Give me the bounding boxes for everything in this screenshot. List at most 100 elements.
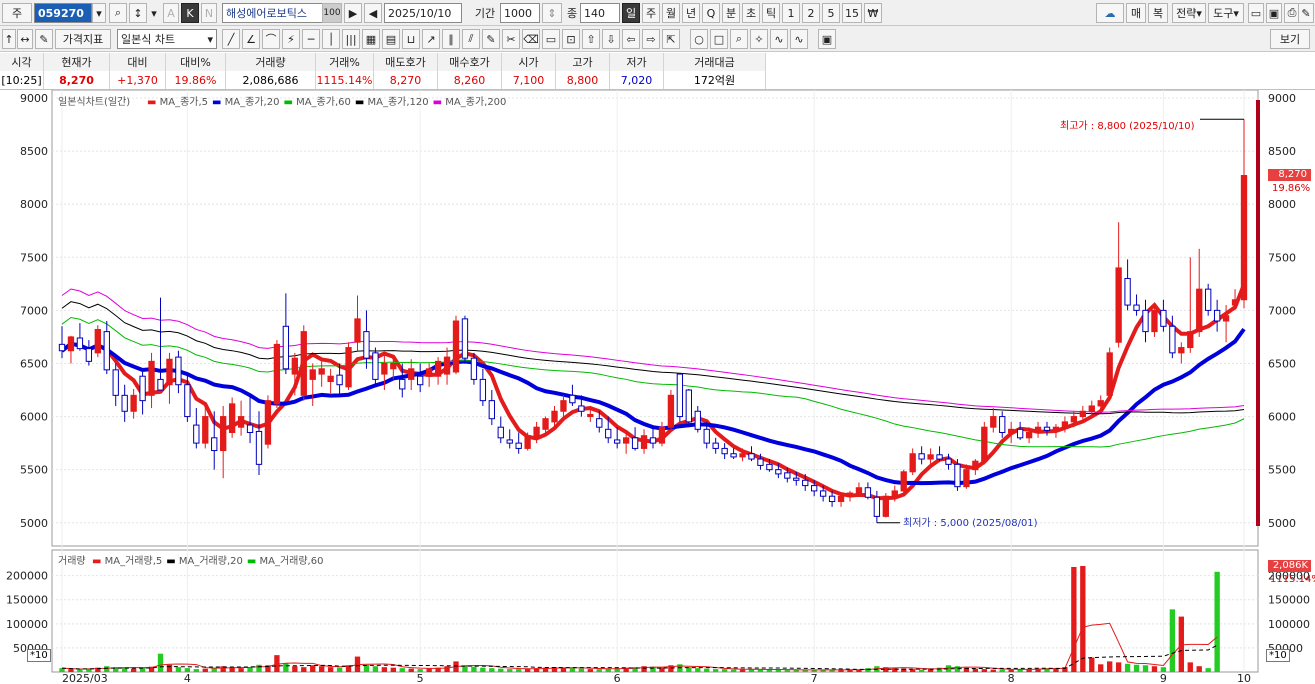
quote-header-0: 시각 bbox=[0, 53, 44, 71]
candle-body bbox=[1187, 331, 1194, 349]
interval-button-5[interactable]: 분 bbox=[722, 3, 740, 23]
strategy-button[interactable]: 전략 ▾ bbox=[1172, 3, 1206, 23]
interval-button-2[interactable]: 월 bbox=[662, 3, 680, 23]
volume-bar bbox=[157, 653, 164, 672]
volume-bar bbox=[999, 669, 1005, 672]
parallel-icon[interactable]: ∥ bbox=[442, 29, 460, 49]
price-tick-left: 6000 bbox=[20, 411, 48, 424]
candle-body bbox=[148, 360, 155, 396]
candle-body bbox=[685, 389, 692, 423]
candle-body bbox=[488, 400, 495, 420]
arrow-right-icon[interactable]: ⇨ bbox=[642, 29, 660, 49]
volume-panel-frame bbox=[51, 549, 1259, 673]
channel-icon[interactable]: ⊔ bbox=[402, 29, 420, 49]
parallel-2-icon[interactable]: ⫽ bbox=[462, 29, 480, 49]
interval-button-7[interactable]: 틱 bbox=[762, 3, 780, 23]
period-input[interactable]: 1000 bbox=[500, 3, 540, 23]
pencil-icon[interactable]: ✎ bbox=[482, 29, 500, 49]
price-tick-right: 6000 bbox=[1268, 411, 1296, 424]
horizontal-line-icon[interactable]: ─ bbox=[302, 29, 320, 49]
save-icon[interactable]: ▣ bbox=[1266, 3, 1282, 23]
volume-bar bbox=[68, 669, 74, 672]
export-icon[interactable]: ⇱ bbox=[662, 29, 680, 49]
sort-icon[interactable]: ↕ bbox=[129, 3, 147, 23]
stock-code-input[interactable]: 059270 bbox=[34, 3, 92, 23]
angle-line-icon[interactable]: ∠ bbox=[242, 29, 260, 49]
fan-icon[interactable]: ⚡ bbox=[282, 29, 300, 49]
interval-button-10[interactable]: 5 bbox=[822, 3, 840, 23]
rectangle-select-icon[interactable]: ▭ bbox=[542, 29, 560, 49]
crosshair-icon[interactable]: ⊡ bbox=[562, 29, 580, 49]
market-mode-toggle[interactable]: 주 bbox=[2, 3, 32, 23]
right-button-1[interactable]: 복 bbox=[1148, 3, 1168, 23]
k-button[interactable]: K bbox=[181, 3, 199, 23]
arrow-up-icon[interactable]: ⇧ bbox=[582, 29, 600, 49]
candle-body bbox=[622, 437, 630, 444]
code-dropdown-icon[interactable]: ▾ bbox=[92, 3, 106, 23]
candle-body bbox=[515, 442, 522, 449]
volume-bar bbox=[1071, 566, 1077, 672]
square-icon[interactable]: □ bbox=[710, 29, 728, 49]
interval-button-9[interactable]: 2 bbox=[802, 3, 820, 23]
interval-button-8[interactable]: 1 bbox=[782, 3, 800, 23]
chart-canvas[interactable]: 5000 5000 5500 5500 6000 6000 6500 6500 7000 7000… bbox=[0, 90, 1315, 684]
search-icon[interactable]: ⌕ bbox=[109, 3, 127, 23]
wave-2-icon[interactable]: ∿ bbox=[790, 29, 808, 49]
tools-button[interactable]: 도구 ▾ bbox=[1208, 3, 1244, 23]
up-arrow-icon[interactable]: ↑ bbox=[2, 29, 16, 49]
a-button[interactable]: A bbox=[163, 3, 179, 23]
interval-button-11[interactable]: 15 bbox=[842, 3, 862, 23]
scissors-icon[interactable]: ✂ bbox=[502, 29, 520, 49]
view-button[interactable]: 보기 bbox=[1270, 29, 1310, 49]
right-button-0[interactable]: 매 bbox=[1126, 3, 1146, 23]
date-input[interactable]: 2025/10/10 bbox=[384, 3, 462, 23]
frame-icon[interactable]: ▣ bbox=[818, 29, 836, 49]
expand-arrows-icon[interactable]: ↔ bbox=[17, 29, 33, 49]
legend-item-2: ▬ MA_종가,60 bbox=[283, 97, 351, 108]
chart-type-select[interactable]: 일본식 차트 ▾ bbox=[117, 29, 217, 49]
zoom-icon[interactable]: ⌕ bbox=[730, 29, 748, 49]
magic-icon[interactable]: ✧ bbox=[750, 29, 768, 49]
arrow-left-icon[interactable]: ⇦ bbox=[622, 29, 640, 49]
arrow-line-icon[interactable]: ↗ bbox=[422, 29, 440, 49]
candle-body bbox=[228, 403, 236, 434]
interval-button-6[interactable]: 초 bbox=[742, 3, 760, 23]
candle-body bbox=[345, 347, 352, 388]
prev-date-button[interactable]: ◀ bbox=[364, 3, 382, 23]
vertical-line-icon[interactable]: │ bbox=[322, 29, 340, 49]
grid-icon[interactable]: ▦ bbox=[362, 29, 380, 49]
price-indicator-button[interactable]: 가격지표 bbox=[55, 29, 111, 49]
candle-body bbox=[1052, 426, 1060, 431]
interval-button-1[interactable]: 주 bbox=[642, 3, 660, 23]
horizontal-grid-icon[interactable]: ▤ bbox=[382, 29, 400, 49]
candle-body bbox=[425, 368, 433, 377]
period-spin-icon[interactable]: ⇕ bbox=[542, 3, 562, 23]
won-currency-icon[interactable]: ₩ bbox=[864, 3, 882, 23]
interval-button-0[interactable]: 일 bbox=[622, 3, 640, 23]
price-tick-left: 6500 bbox=[20, 357, 48, 370]
circle-icon[interactable]: ○ bbox=[690, 29, 708, 49]
volume-bar bbox=[130, 668, 137, 672]
edit-chart-icon[interactable]: ✎ bbox=[35, 29, 53, 49]
candle-body bbox=[112, 369, 119, 396]
cloud-icon[interactable]: ☁ bbox=[1096, 3, 1124, 23]
volume-bar bbox=[596, 669, 602, 672]
trend-line-icon[interactable]: ╱ bbox=[222, 29, 240, 49]
arrow-down-icon[interactable]: ⇩ bbox=[602, 29, 620, 49]
count-value: 140 bbox=[584, 6, 605, 20]
n-button[interactable]: N bbox=[201, 3, 217, 23]
settings-wrench-icon[interactable]: ✎ bbox=[1298, 3, 1314, 23]
arc-icon[interactable]: ⌒ bbox=[262, 29, 280, 49]
quote-value-9: 8,800 bbox=[556, 71, 610, 89]
interval-button-3[interactable]: 년 bbox=[682, 3, 700, 23]
eraser-icon[interactable]: ⌫ bbox=[522, 29, 540, 49]
sort-dropdown-icon[interactable]: ▾ bbox=[148, 3, 160, 23]
high-price-annotation: 최고가 : 8,800 (2025/10/10) bbox=[1060, 121, 1195, 132]
count-input[interactable]: 140 bbox=[580, 3, 620, 23]
wave-icon[interactable]: ∿ bbox=[770, 29, 788, 49]
vertical-grid-icon[interactable]: ||| bbox=[342, 29, 360, 49]
next-date-button[interactable]: ▶ bbox=[344, 3, 362, 23]
candle-body bbox=[193, 424, 200, 444]
open-folder-icon[interactable]: ▭ bbox=[1248, 3, 1264, 23]
interval-button-4[interactable]: Q bbox=[702, 3, 720, 23]
